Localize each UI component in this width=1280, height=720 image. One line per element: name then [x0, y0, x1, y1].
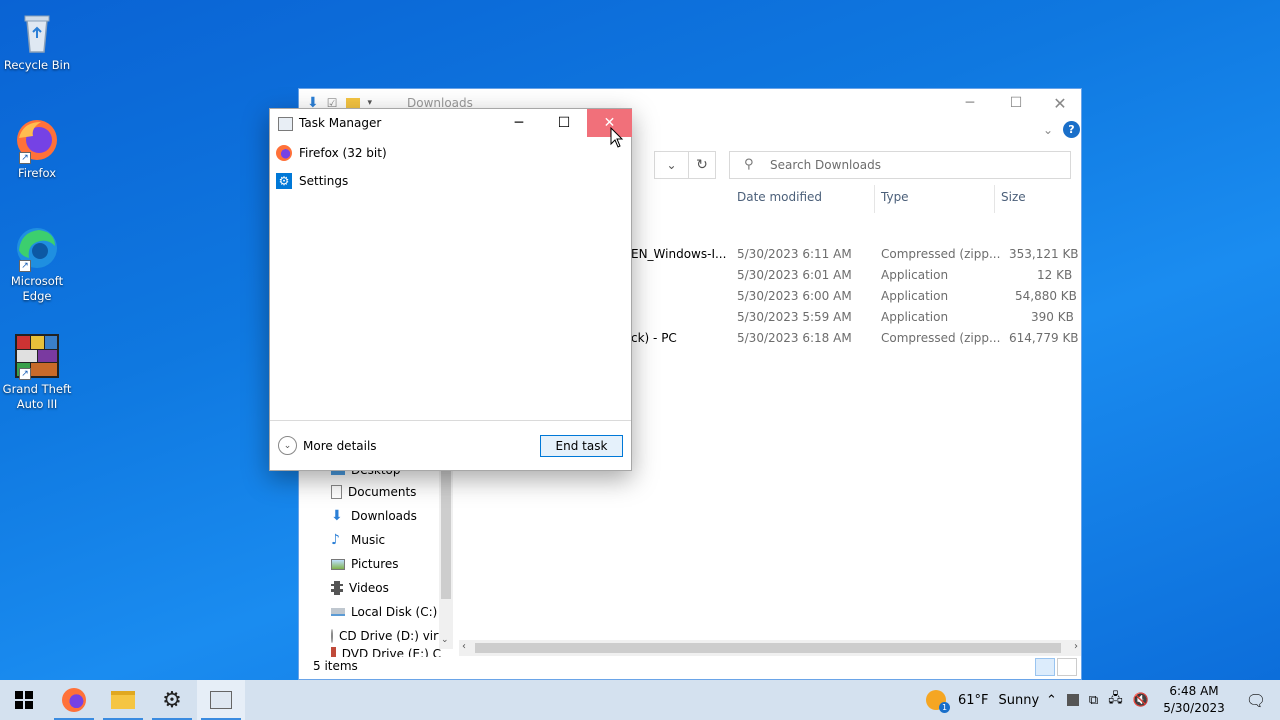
- picture-icon: [331, 558, 345, 570]
- weather-temp: 61°F: [958, 692, 989, 708]
- details-view-button[interactable]: [1035, 658, 1055, 676]
- nav-item-local-disk[interactable]: Local Disk (C:): [331, 601, 437, 623]
- refresh-button[interactable]: ↻: [688, 151, 716, 179]
- desktop-icon-label: Grand Theft Auto III: [2, 382, 72, 411]
- nav-item-cd-drive[interactable]: CD Drive (D:) virt: [331, 625, 441, 647]
- shortcut-arrow-icon: ↗: [19, 152, 31, 164]
- nav-item-videos[interactable]: Videos: [331, 577, 389, 599]
- close-button[interactable]: ✕: [1037, 89, 1083, 117]
- nav-pane-scrollbar[interactable]: ⌄: [439, 469, 453, 649]
- mouse-cursor-icon: [610, 126, 624, 149]
- app-tray-icon[interactable]: [1066, 694, 1079, 706]
- column-size[interactable]: Size: [995, 185, 1075, 213]
- nav-item-music[interactable]: ♪ Music: [331, 529, 385, 551]
- status-bar: 5 items: [299, 655, 1081, 679]
- chevron-down-icon: ⌄: [278, 436, 297, 455]
- gear-icon: ⚙: [276, 173, 292, 189]
- film-icon: [331, 581, 343, 595]
- maximize-button[interactable]: ☐: [993, 89, 1039, 117]
- shortcut-arrow-icon: ↗: [19, 368, 31, 380]
- task-manager-icon: [278, 117, 293, 131]
- task-item-settings[interactable]: ⚙ Settings: [270, 167, 631, 195]
- h-scrollbar-thumb[interactable]: [475, 643, 1061, 653]
- maximize-button[interactable]: ☐: [541, 109, 587, 137]
- clock-time: 6:48 AM: [1169, 684, 1219, 698]
- scroll-down-icon[interactable]: ⌄: [441, 635, 449, 645]
- taskbar-file-explorer[interactable]: [99, 680, 147, 720]
- item-count: 5 items: [313, 659, 358, 673]
- chevron-up-icon[interactable]: ⌃: [1046, 693, 1057, 708]
- notification-icon: 🗨: [1245, 690, 1267, 710]
- nav-item-downloads[interactable]: ⬇ Downloads: [331, 505, 417, 527]
- ribbon-expand-icon[interactable]: ⌄: [1043, 123, 1053, 137]
- taskbar-task-manager[interactable]: [197, 680, 245, 720]
- search-placeholder: Search Downloads: [770, 158, 881, 172]
- help-icon[interactable]: ?: [1063, 121, 1080, 138]
- action-center-button[interactable]: 🗨: [1236, 680, 1276, 720]
- shortcut-arrow-icon: ↗: [19, 260, 31, 272]
- music-note-icon: ♪: [331, 532, 340, 548]
- address-dropdown-button[interactable]: ⌄: [654, 151, 688, 179]
- meet-now-icon[interactable]: ⧉: [1089, 693, 1098, 708]
- weather-sun-icon: 1: [926, 690, 950, 713]
- new-folder-icon[interactable]: [345, 97, 360, 109]
- recycle-bin-icon: [13, 8, 61, 56]
- taskbar-settings[interactable]: ⚙: [148, 680, 196, 720]
- gear-icon: ⚙: [162, 687, 182, 713]
- desktop-icon-firefox[interactable]: ↗ Firefox: [2, 116, 72, 181]
- task-manager-titlebar[interactable]: Task Manager ─ ☐ ✕: [270, 109, 632, 139]
- qat-dropdown-icon[interactable]: ▾: [368, 98, 373, 108]
- nav-item-pictures[interactable]: Pictures: [331, 553, 399, 575]
- horizontal-scrollbar[interactable]: ‹ ›: [459, 640, 1081, 656]
- cd-drive-icon: [331, 629, 333, 643]
- download-arrow-icon: ⬇: [331, 508, 343, 524]
- firefox-icon: [62, 688, 86, 712]
- firefox-icon: ↗: [13, 116, 61, 164]
- taskbar: ⚙ 1 61°F Sunny ⌃ ⧉ 🖧 🔇 6:48 AM 5/30/2023…: [0, 680, 1280, 720]
- task-manager-window[interactable]: Task Manager ─ ☐ ✕ Firefox (32 bit) ⚙ Se…: [269, 108, 632, 471]
- end-task-button[interactable]: End task: [540, 435, 623, 457]
- desktop-icon-label: Microsoft Edge: [10, 274, 64, 303]
- task-item-firefox[interactable]: Firefox (32 bit): [270, 139, 631, 167]
- gta3-icon: ↗: [13, 332, 61, 380]
- tray-icons: ⌃ ⧉ 🖧 🔇: [1046, 680, 1149, 720]
- search-icon: ⚲: [744, 157, 754, 172]
- weather-condition: Sunny: [998, 692, 1040, 708]
- scroll-right-icon[interactable]: ›: [1074, 641, 1078, 652]
- volume-muted-icon[interactable]: 🔇: [1133, 693, 1149, 708]
- task-manager-title: Task Manager: [299, 116, 382, 130]
- minimize-button[interactable]: ─: [496, 109, 542, 137]
- start-button[interactable]: [0, 680, 48, 720]
- folder-icon: [111, 691, 135, 709]
- windows-logo-icon: [15, 691, 33, 709]
- weather-badge: 1: [939, 702, 950, 713]
- task-manager-icon: [210, 691, 232, 709]
- minimize-button[interactable]: ─: [947, 89, 993, 117]
- network-icon[interactable]: 🖧: [1108, 689, 1123, 711]
- large-icons-view-button[interactable]: [1057, 658, 1077, 676]
- nav-scrollbar-thumb[interactable]: [441, 469, 451, 599]
- edge-icon: ↗: [13, 224, 61, 272]
- column-type[interactable]: Type: [875, 185, 995, 213]
- weather-widget[interactable]: 1 61°F Sunny: [926, 680, 1039, 720]
- scroll-left-icon[interactable]: ‹: [462, 641, 466, 652]
- search-input[interactable]: ⚲ Search Downloads: [729, 151, 1071, 179]
- desktop-icon-recycle-bin[interactable]: Recycle Bin: [2, 8, 72, 73]
- desktop-icon-label: Firefox: [17, 166, 57, 180]
- desktop-icon-gta3[interactable]: ↗ Grand Theft Auto III: [2, 332, 72, 412]
- taskbar-firefox[interactable]: [50, 680, 98, 720]
- column-date-modified[interactable]: Date modified: [731, 185, 875, 213]
- more-details-toggle[interactable]: ⌄ More details: [278, 436, 377, 455]
- desktop-icon-edge[interactable]: ↗ Microsoft Edge: [2, 224, 72, 304]
- task-manager-footer: ⌄ More details End task: [270, 420, 631, 470]
- hard-drive-icon: [331, 608, 345, 616]
- taskbar-clock[interactable]: 6:48 AM 5/30/2023: [1162, 683, 1226, 717]
- task-list: Firefox (32 bit) ⚙ Settings: [270, 139, 631, 195]
- nav-item-documents[interactable]: Documents: [331, 481, 416, 503]
- clock-date: 5/30/2023: [1163, 701, 1225, 715]
- firefox-icon: [276, 145, 292, 161]
- desktop-icon-label: Recycle Bin: [3, 58, 71, 72]
- document-icon: [331, 485, 342, 499]
